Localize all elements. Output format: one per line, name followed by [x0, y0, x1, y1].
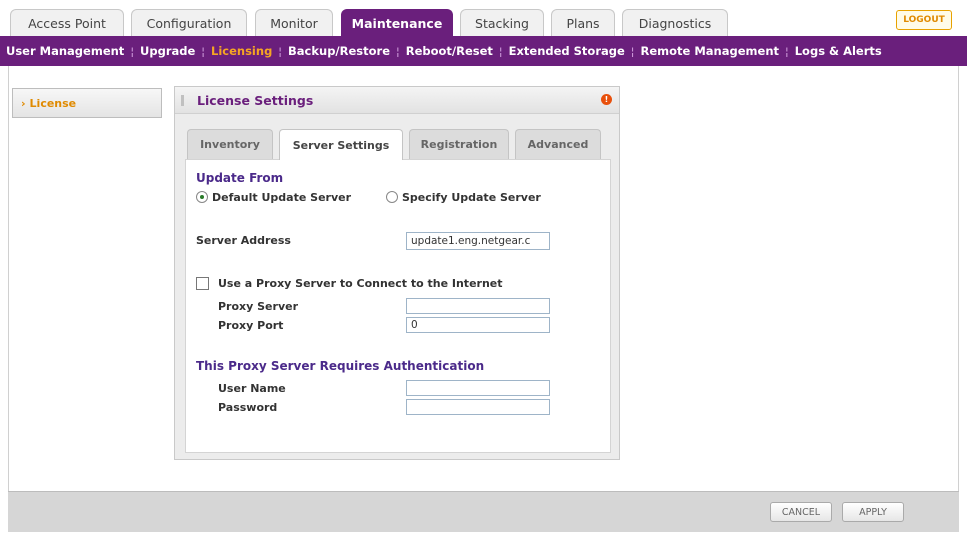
sub-navigation: User Management ¦ Upgrade ¦ Licensing ¦ … [0, 36, 967, 66]
subnav-reboot-reset[interactable]: Reboot/Reset [406, 44, 493, 58]
license-settings-panel: License Settings ! Inventory Server Sett… [174, 86, 620, 460]
panel-header-marker [181, 95, 184, 106]
use-proxy-label: Use a Proxy Server to Connect to the Int… [218, 277, 503, 290]
subnav-user-management[interactable]: User Management [6, 44, 124, 58]
subnav-separator: ¦ [396, 44, 400, 58]
use-proxy-checkbox[interactable] [196, 277, 209, 290]
specify-update-server-label: Specify Update Server [402, 191, 541, 204]
panel-title: License Settings [197, 93, 314, 108]
subnav-remote-management[interactable]: Remote Management [641, 44, 780, 58]
subnav-separator: ¦ [201, 44, 206, 58]
tab-access-point[interactable]: Access Point [10, 9, 124, 36]
cancel-button[interactable]: CANCEL [770, 502, 832, 522]
apply-button[interactable]: APPLY [842, 502, 904, 522]
subnav-separator: ¦ [130, 44, 135, 58]
logout-button[interactable]: LOGOUT [896, 10, 952, 30]
subnav-separator: ¦ [785, 44, 789, 58]
auth-heading: This Proxy Server Requires Authenticatio… [196, 359, 485, 373]
help-icon[interactable]: ! [601, 94, 612, 105]
sidebar-item-license[interactable]: › License [12, 88, 162, 118]
default-update-server-radio[interactable] [196, 191, 208, 203]
subnav-separator: ¦ [630, 44, 635, 58]
subnav-upgrade[interactable]: Upgrade [140, 44, 195, 58]
tab-configuration[interactable]: Configuration [131, 9, 247, 36]
frame-border-left [8, 66, 9, 491]
panel-header: License Settings ! [175, 87, 619, 114]
tab-advanced[interactable]: Advanced [515, 129, 601, 159]
tab-plans[interactable]: Plans [551, 9, 615, 36]
password-label: Password [218, 401, 278, 414]
top-tab-bar: Access Point Configuration Monitor Maint… [0, 0, 967, 37]
tab-inventory[interactable]: Inventory [187, 129, 273, 159]
tab-stacking[interactable]: Stacking [460, 9, 544, 36]
subnav-backup-restore[interactable]: Backup/Restore [288, 44, 390, 58]
frame-border-right [958, 66, 959, 491]
update-from-heading: Update From [196, 171, 284, 185]
proxy-port-label: Proxy Port [218, 319, 284, 332]
subnav-separator: ¦ [498, 44, 503, 58]
password-input[interactable] [406, 399, 550, 415]
tab-registration[interactable]: Registration [409, 129, 509, 159]
tab-diagnostics[interactable]: Diagnostics [622, 9, 728, 36]
user-name-input[interactable] [406, 380, 550, 396]
server-settings-content: Update From Default Update Server Specif… [185, 159, 611, 453]
proxy-port-input[interactable] [406, 317, 550, 333]
chevron-right-icon: › [21, 96, 26, 110]
server-address-label: Server Address [196, 234, 291, 247]
tab-server-settings[interactable]: Server Settings [279, 129, 403, 160]
sidebar-item-label: License [29, 96, 77, 110]
subnav-licensing[interactable]: Licensing [211, 44, 272, 58]
subnav-separator: ¦ [278, 44, 283, 58]
footer-bar: CANCEL APPLY [8, 491, 959, 532]
proxy-server-label: Proxy Server [218, 300, 299, 313]
server-address-input[interactable] [406, 232, 550, 250]
tab-maintenance[interactable]: Maintenance [341, 9, 453, 36]
specify-update-server-radio[interactable] [386, 191, 398, 203]
default-update-server-label: Default Update Server [212, 191, 352, 204]
user-name-label: User Name [218, 382, 286, 395]
subnav-extended-storage[interactable]: Extended Storage [509, 44, 625, 58]
proxy-server-input[interactable] [406, 298, 550, 314]
tab-monitor[interactable]: Monitor [255, 9, 333, 36]
subnav-logs-alerts[interactable]: Logs & Alerts [795, 44, 882, 58]
